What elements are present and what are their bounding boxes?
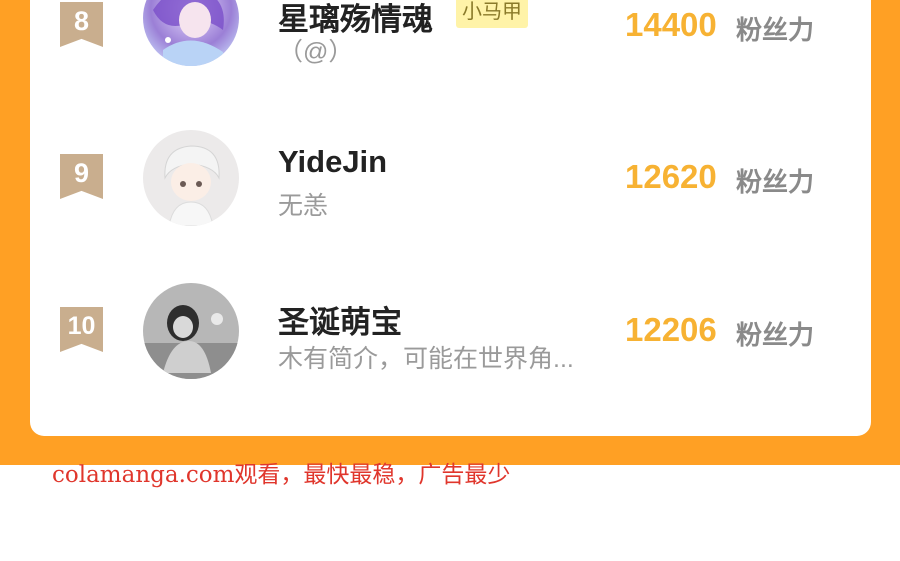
- white-haired-chibi-avatar-icon: [143, 130, 239, 226]
- user-avatar[interactable]: [143, 130, 239, 226]
- fan-power-label: 粉丝力: [736, 167, 815, 197]
- user-avatar[interactable]: [143, 283, 239, 379]
- leaderboard-row[interactable]: 10 圣诞萌宝 木有简介，可能在世界角... 12206 粉丝力: [30, 275, 871, 385]
- fan-power-label: 粉丝力: [736, 320, 815, 350]
- purple-haired-anime-avatar-icon: [143, 0, 239, 66]
- leaderboard-card: 8 星璃殇情魂 小马甲 （@） 14400 粉丝力 9 YideJin 无恙 1…: [30, 0, 871, 436]
- rank-badge: 10: [60, 307, 103, 352]
- rank-badge: 8: [60, 2, 103, 47]
- user-name[interactable]: 圣诞萌宝: [278, 297, 402, 342]
- fan-power-score: 12206: [625, 311, 717, 348]
- site-watermark: colamanga.com观看，最快最稳，广告最少: [52, 462, 511, 488]
- leaderboard-row[interactable]: 9 YideJin 无恙 12620 粉丝力: [30, 122, 871, 232]
- leaderboard-row[interactable]: 8 星璃殇情魂 小马甲 （@） 14400 粉丝力: [30, 0, 871, 80]
- user-bio: （@）: [278, 38, 354, 66]
- user-name[interactable]: YideJin: [278, 144, 387, 180]
- fan-power-label: 粉丝力: [736, 15, 815, 45]
- fan-power-score: 12620: [625, 158, 717, 195]
- user-bio: 木有简介，可能在世界角...: [278, 345, 574, 373]
- rank-badge: 9: [60, 154, 103, 199]
- user-avatar[interactable]: [143, 0, 239, 66]
- grayscale-child-photo-avatar-icon: [143, 283, 239, 379]
- fan-power-score: 14400: [625, 6, 717, 43]
- user-tag-badge: 小马甲: [456, 0, 528, 28]
- user-bio: 无恙: [278, 192, 329, 220]
